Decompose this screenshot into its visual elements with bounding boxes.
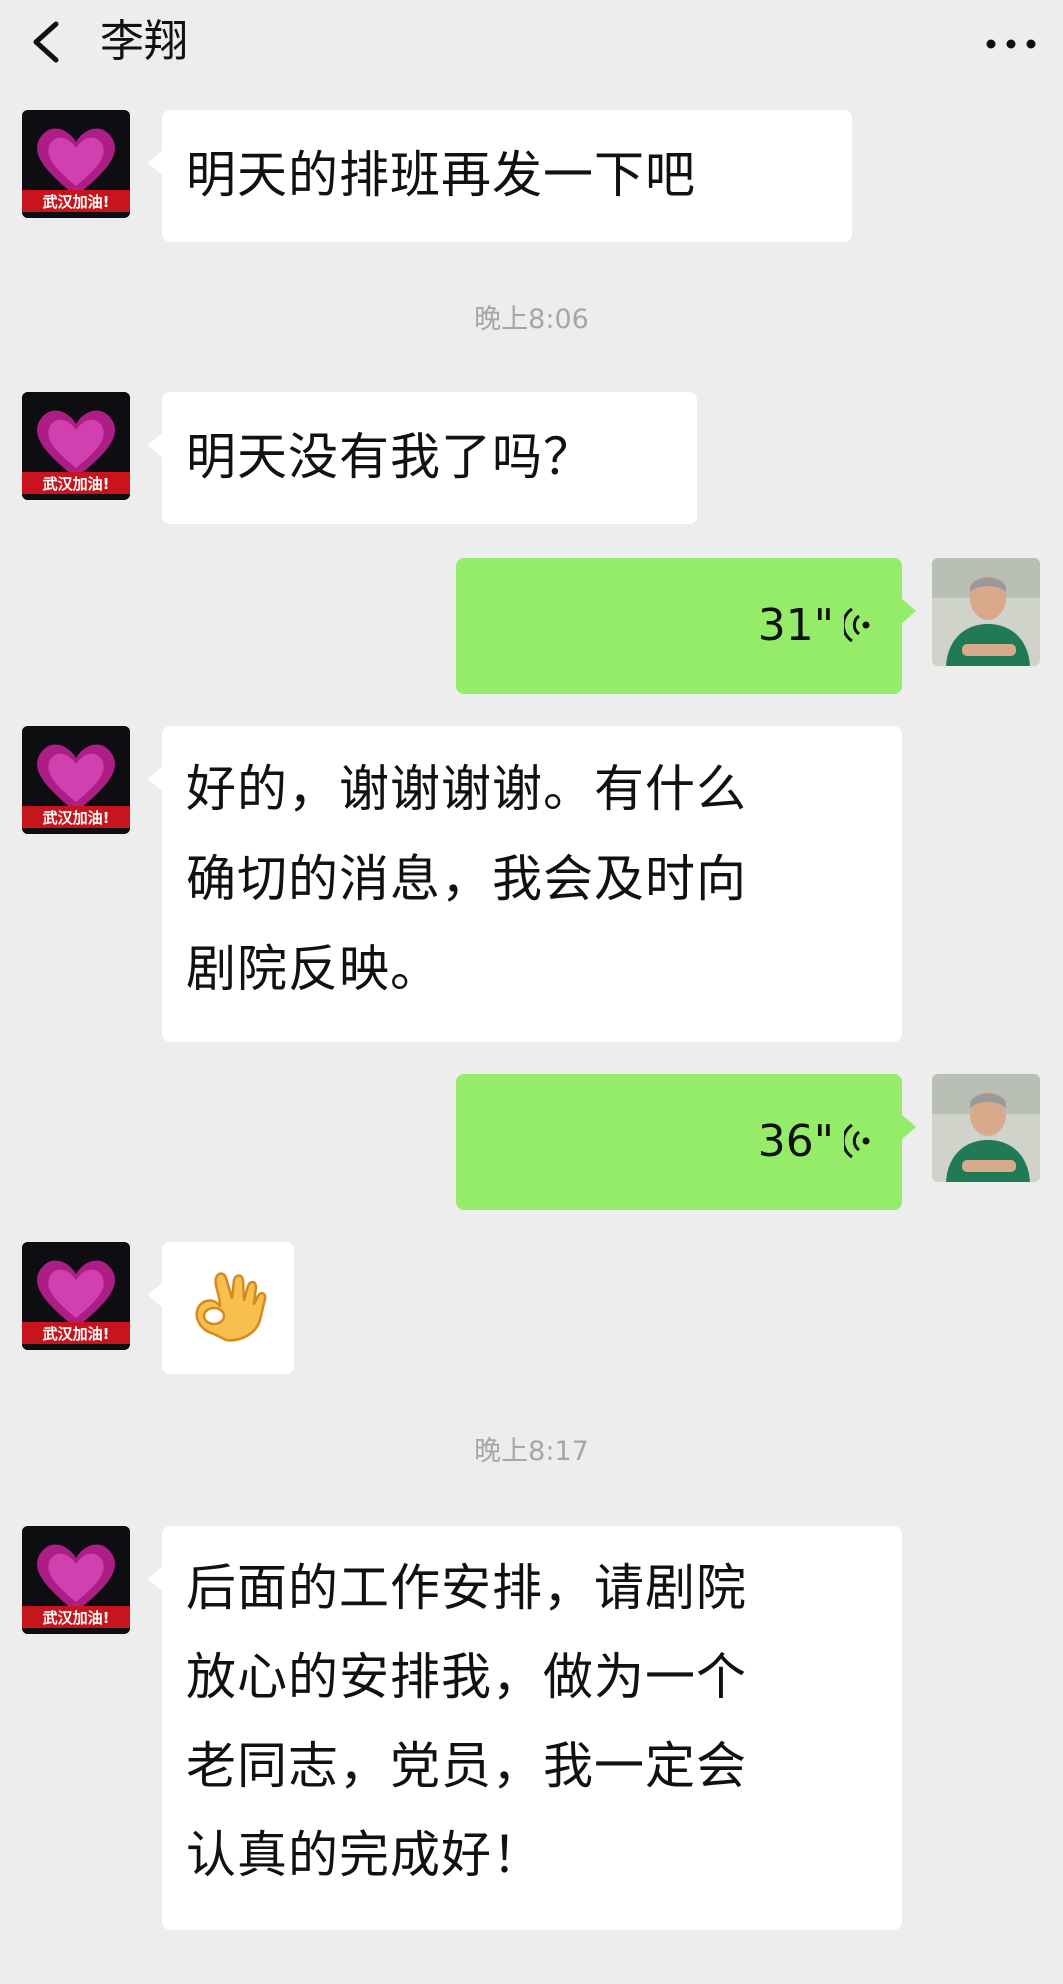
timestamp: 晚上8:06 bbox=[474, 304, 589, 335]
voice-duration: 31" bbox=[757, 599, 834, 651]
contact-avatar[interactable]: 武汉加油! bbox=[22, 726, 130, 834]
avatar-label: 武汉加油! bbox=[43, 1325, 110, 1343]
message-bubble[interactable]: 明天的排班再发一下吧 bbox=[148, 110, 852, 242]
bottom-edge bbox=[0, 1964, 1063, 1984]
chat-header: 李翔 bbox=[0, 0, 1063, 90]
voice-wave-icon bbox=[844, 605, 874, 645]
avatar-label: 武汉加油! bbox=[43, 1609, 110, 1627]
chevron-left-icon bbox=[33, 21, 59, 63]
contact-name: 李翔 bbox=[100, 16, 188, 67]
contact-avatar[interactable]: 武汉加油! bbox=[22, 1242, 130, 1350]
timestamp: 晚上8:17 bbox=[474, 1436, 589, 1467]
contact-avatar[interactable]: 武汉加油! bbox=[22, 392, 130, 500]
message-text: 后面的工作安排，请剧院 放心的安排我，做为一个 老同志，党员，我一定会 认真的完… bbox=[186, 1559, 747, 1884]
message-text: 明天没有我了吗？ bbox=[186, 428, 594, 486]
ok-hand-icon bbox=[184, 1264, 272, 1352]
voice-wave-icon bbox=[844, 1121, 874, 1161]
message-bubble[interactable]: 好的，谢谢谢谢。有什么 确切的消息，我会及时向 剧院反映。 bbox=[148, 726, 902, 1042]
avatar-label: 武汉加油! bbox=[43, 475, 110, 493]
ellipsis-icon bbox=[986, 39, 1036, 49]
more-options-button[interactable] bbox=[981, 14, 1041, 70]
message-text: 好的，谢谢谢谢。有什么 确切的消息，我会及时向 剧院反映。 bbox=[186, 760, 747, 998]
message-text: 明天的排班再发一下吧 bbox=[186, 146, 696, 204]
avatar-label: 武汉加油! bbox=[43, 809, 110, 827]
voice-message-bubble[interactable]: 31" bbox=[456, 558, 916, 694]
voice-message: 31" bbox=[758, 588, 874, 662]
voice-message-bubble[interactable]: 36" bbox=[456, 1074, 916, 1210]
back-button[interactable] bbox=[22, 14, 72, 70]
user-avatar[interactable] bbox=[932, 1074, 1040, 1182]
message-bubble[interactable]: 后面的工作安排，请剧院 放心的安排我，做为一个 老同志，党员，我一定会 认真的完… bbox=[148, 1526, 902, 1930]
message-bubble[interactable]: 明天没有我了吗？ bbox=[148, 392, 697, 524]
voice-message: 36" bbox=[758, 1104, 874, 1178]
avatar-label: 武汉加油! bbox=[43, 193, 110, 211]
user-avatar[interactable] bbox=[932, 558, 1040, 666]
emoji-message-bubble[interactable] bbox=[148, 1242, 294, 1374]
voice-duration: 36" bbox=[757, 1115, 834, 1167]
contact-avatar[interactable]: 武汉加油! bbox=[22, 1526, 130, 1634]
contact-avatar[interactable]: 武汉加油! bbox=[22, 110, 130, 218]
